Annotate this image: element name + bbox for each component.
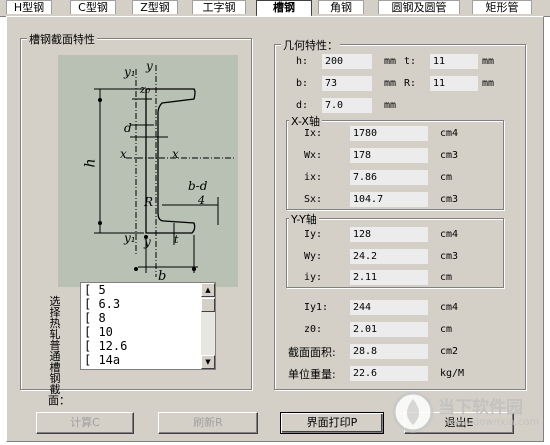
watermark-logo-icon bbox=[392, 391, 434, 433]
weight-value: 22.6 bbox=[350, 366, 428, 381]
tab-h-steel[interactable]: H型钢 bbox=[6, 0, 52, 14]
ix-value: 7.86 bbox=[350, 170, 428, 185]
list-scrollbar[interactable]: ▲ ▼ bbox=[201, 283, 215, 369]
iy-label: iy: bbox=[304, 272, 323, 283]
d-value: 7.0 bbox=[322, 98, 372, 113]
label-R: R bbox=[144, 195, 154, 209]
list-item[interactable]: [ 6.3 bbox=[81, 297, 215, 311]
tab-rect-tube[interactable]: 矩形管 bbox=[472, 0, 532, 14]
list-side-label: 选择热轧普通槽钢截面： bbox=[48, 295, 70, 407]
iy-unit: cm bbox=[440, 272, 453, 283]
Ix-label: Ix: bbox=[304, 128, 323, 139]
R-label: R: bbox=[404, 78, 417, 89]
Sx-value: 104.7 bbox=[350, 192, 428, 207]
xx-axis-title: X-X轴 bbox=[289, 113, 322, 129]
Iy-value: 128 bbox=[350, 227, 428, 242]
Wx-value: 178 bbox=[350, 148, 428, 163]
section-group-title: 槽钢截面特性 bbox=[27, 31, 97, 47]
Wy-value: 24.2 bbox=[350, 249, 428, 264]
area-unit: cm2 bbox=[440, 346, 459, 357]
Iy-label: Iy: bbox=[304, 229, 323, 240]
tab-channel-steel[interactable]: 槽钢 bbox=[256, 0, 312, 17]
h-label: h: bbox=[296, 56, 309, 67]
watermark-logo: 当下软件园 www.downxia.com bbox=[392, 391, 542, 435]
geometry-group-title: 几何特性： bbox=[281, 37, 340, 53]
h-unit: mm bbox=[384, 56, 397, 67]
b-value: 73 bbox=[322, 76, 372, 91]
Ix-value: 1780 bbox=[350, 126, 428, 141]
list-item[interactable]: [ 10 bbox=[81, 325, 215, 339]
R-unit: mm bbox=[482, 78, 495, 89]
print-button[interactable]: 界面打印P bbox=[280, 412, 384, 434]
iy-value: 2.11 bbox=[350, 270, 428, 285]
tab-i-beam[interactable]: 工字钢 bbox=[192, 0, 246, 14]
t-unit: mm bbox=[482, 56, 495, 67]
t-label: t: bbox=[404, 56, 417, 67]
Iy1-value: 244 bbox=[350, 300, 428, 315]
b-unit: mm bbox=[384, 78, 397, 89]
d-label: d: bbox=[296, 100, 309, 111]
Wy-unit: cm3 bbox=[440, 251, 459, 262]
list-item[interactable]: [ 5 bbox=[81, 283, 215, 297]
tab-z-steel[interactable]: Z型钢 bbox=[132, 0, 178, 14]
scroll-thumb[interactable] bbox=[201, 298, 215, 312]
Wx-label: Wx: bbox=[304, 150, 323, 161]
list-item[interactable]: [ 14a bbox=[81, 353, 215, 367]
tab-angle-steel[interactable]: 角钢 bbox=[318, 0, 364, 14]
calculate-button[interactable]: 计算C bbox=[36, 412, 134, 434]
R-value: 11 bbox=[430, 76, 478, 91]
label-y1-bottom: y₁ bbox=[124, 231, 136, 245]
label-y-top: y bbox=[146, 59, 153, 73]
label-y1-top: y₁ bbox=[124, 65, 136, 79]
Ix-unit: cm4 bbox=[440, 128, 459, 139]
scroll-up-icon[interactable]: ▲ bbox=[201, 283, 215, 297]
Wx-unit: cm3 bbox=[440, 150, 459, 161]
watermark-url: www.downxia.com bbox=[446, 417, 540, 428]
label-z0: z₀ bbox=[140, 83, 151, 96]
label-x-left: x bbox=[120, 147, 127, 161]
label-x-right: x bbox=[172, 147, 179, 161]
d-unit: mm bbox=[384, 100, 397, 111]
ix-unit: cm bbox=[440, 172, 453, 183]
watermark-text: 当下软件园 bbox=[438, 398, 523, 418]
z0-label: z0: bbox=[304, 324, 323, 335]
Sx-label: Sx: bbox=[304, 194, 323, 205]
Sx-unit: cm3 bbox=[440, 194, 459, 205]
weight-label: 单位重量: bbox=[288, 368, 336, 381]
b-label: b: bbox=[296, 78, 309, 89]
refresh-button[interactable]: 刷新R bbox=[158, 412, 258, 434]
Iy1-label: Iy1: bbox=[304, 302, 329, 313]
label-four: 4 bbox=[198, 194, 205, 207]
list-item[interactable]: [ 8 bbox=[81, 311, 215, 325]
Iy-unit: cm4 bbox=[440, 229, 459, 240]
section-listbox[interactable]: [ 5 [ 6.3 [ 8 [ 10 [ 12.6 [ 14a ▲ ▼ bbox=[80, 282, 216, 370]
area-value: 28.8 bbox=[350, 344, 428, 359]
tab-bar: H型钢 C型钢 Z型钢 工字钢 槽钢 角钢 圆钢及圆管 矩形管 bbox=[0, 0, 550, 17]
label-t: t bbox=[174, 233, 179, 246]
z0-unit: cm bbox=[440, 324, 453, 335]
area-label: 截面面积: bbox=[288, 346, 336, 359]
Iy1-unit: cm4 bbox=[440, 302, 459, 313]
scroll-down-icon[interactable]: ▼ bbox=[201, 355, 215, 369]
weight-unit: kg/M bbox=[440, 368, 465, 379]
channel-section-diagram: y₁ y z₀ d h x x b-d 4 R t y₁ y b bbox=[58, 55, 238, 287]
yy-axis-title: Y-Y轴 bbox=[289, 211, 319, 227]
h-value: 200 bbox=[322, 54, 372, 69]
label-d: d bbox=[124, 121, 132, 135]
label-b-minus-d: b-d bbox=[188, 179, 208, 193]
tab-c-steel[interactable]: C型钢 bbox=[70, 0, 116, 14]
Wy-label: Wy: bbox=[304, 251, 323, 262]
label-y-bottom: y bbox=[144, 235, 151, 249]
t-value: 11 bbox=[430, 54, 478, 69]
z0-value: 2.01 bbox=[350, 322, 428, 337]
label-h: h bbox=[82, 158, 99, 168]
ix-label: ix: bbox=[304, 172, 323, 183]
list-item[interactable]: [ 12.6 bbox=[81, 339, 215, 353]
tab-round-steel-tube[interactable]: 圆钢及圆管 bbox=[378, 0, 460, 14]
